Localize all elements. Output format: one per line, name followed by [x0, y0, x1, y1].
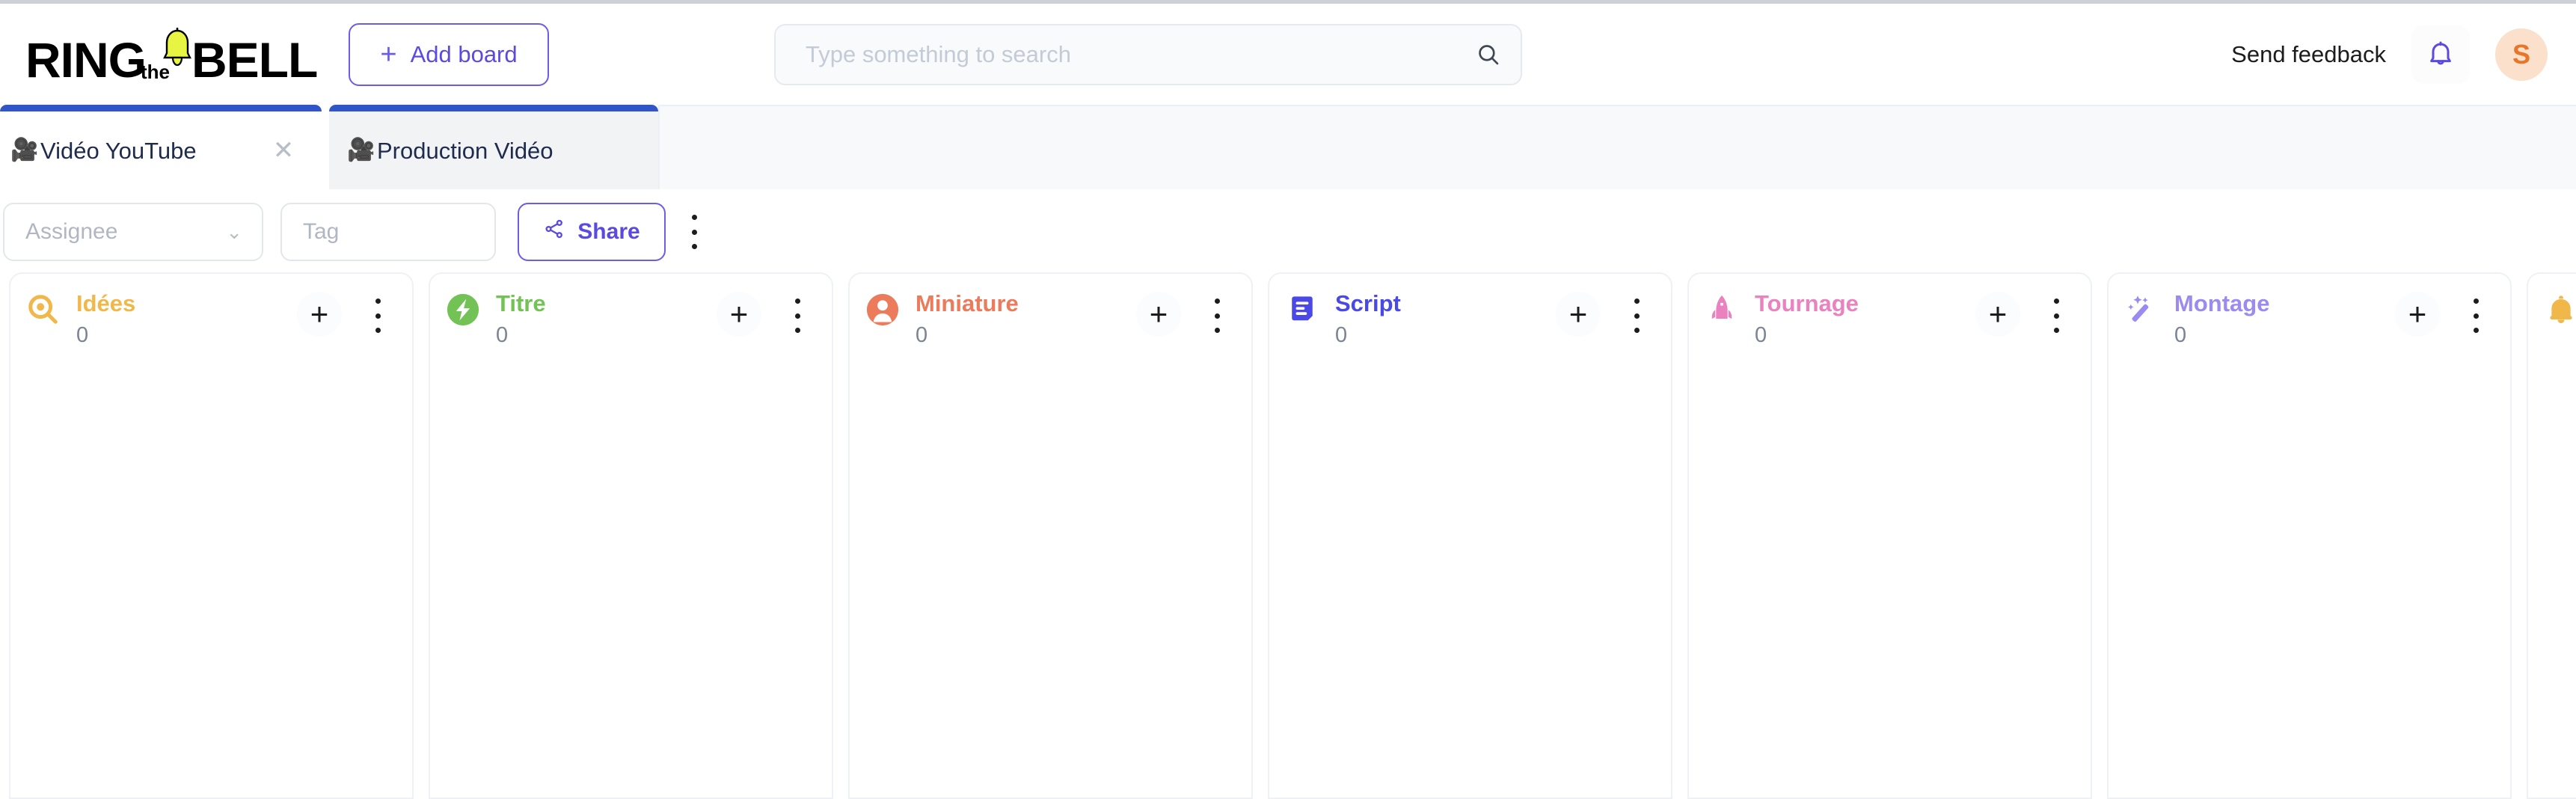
zap-circle-icon — [445, 292, 481, 328]
magnifier-icon — [25, 292, 61, 328]
column-card-count: 0 — [916, 323, 928, 347]
kanban-column-tournage[interactable]: Tournage 0 + — [1687, 272, 2092, 799]
tab-production-video[interactable]: 🎥 Production Vidéo ✕ — [329, 105, 658, 189]
column-title: Idées — [76, 290, 136, 316]
column-title: Montage — [2174, 290, 2270, 316]
movie-camera-icon: 🎥 — [10, 138, 39, 162]
tab-label: Vidéo YouTube — [40, 138, 197, 164]
document-icon — [1284, 292, 1320, 328]
kanban-column-script[interactable]: Script 0 + — [1268, 272, 1672, 799]
kebab-menu-icon[interactable] — [1203, 295, 1230, 337]
assignee-filter-label: Assignee — [25, 219, 118, 244]
tab-active-accent — [329, 105, 658, 111]
kanban-columns: Idées 0 + Titre 0 + Miniature 0 + Script… — [9, 272, 2576, 799]
svg-text:the: the — [141, 61, 170, 83]
plus-icon[interactable]: + — [1556, 292, 1601, 337]
tag-filter-label: Tag — [303, 219, 340, 244]
person-icon — [865, 292, 901, 328]
add-board-button[interactable]: + Add board — [349, 23, 549, 86]
plus-icon[interactable]: + — [1136, 292, 1181, 337]
kanban-column-montage[interactable]: Montage 0 + — [2107, 272, 2512, 799]
bell-icon — [2543, 292, 2576, 328]
kanban-column-titre[interactable]: Titre 0 + — [429, 272, 833, 799]
column-card-list[interactable] — [2109, 358, 2510, 798]
add-board-label: Add board — [410, 41, 518, 67]
assignee-filter[interactable]: Assignee ⌄ — [3, 203, 263, 261]
column-header: Idées 0 + — [10, 274, 412, 358]
kanban-column-miniature[interactable]: Miniature 0 + — [848, 272, 1253, 799]
plus-icon[interactable]: + — [297, 292, 342, 337]
kanban-board: Idées 0 + Titre 0 + Miniature 0 + Script… — [0, 272, 2576, 799]
column-card-list[interactable] — [850, 358, 1251, 798]
board-tab-bar: 🎥 Vidéo YouTube ✕ 🎥 Production Vidéo ✕ — [0, 105, 2576, 189]
column-card-count: 0 — [2174, 323, 2187, 347]
column-header: Miniature 0 + — [850, 274, 1251, 358]
column-card-count: 0 — [76, 323, 89, 347]
magic-wand-icon — [2123, 292, 2159, 328]
column-card-list[interactable] — [10, 358, 412, 798]
column-header: Montage 0 + — [2109, 274, 2510, 358]
app-header: RING the BELL + Add board Send f — [0, 4, 2576, 105]
tab-bar-empty-area — [658, 105, 2576, 189]
kebab-menu-icon[interactable] — [784, 295, 811, 337]
header-actions: Send feedback S — [2231, 19, 2548, 91]
column-header — [2528, 274, 2576, 358]
tag-filter[interactable]: Tag — [280, 203, 496, 261]
tab-video-youtube[interactable]: 🎥 Vidéo YouTube ✕ — [0, 105, 322, 189]
column-card-count: 0 — [1335, 323, 1348, 347]
search-icon[interactable] — [1456, 25, 1521, 84]
column-card-list[interactable] — [1269, 358, 1671, 798]
column-title: Titre — [496, 290, 546, 316]
plus-icon[interactable]: + — [717, 292, 761, 337]
chevron-down-icon: ⌄ — [226, 221, 242, 243]
plus-icon: + — [380, 39, 397, 70]
column-card-list[interactable] — [1689, 358, 2091, 798]
column-title: Script — [1335, 290, 1401, 316]
kebab-menu-icon[interactable] — [364, 295, 391, 337]
column-title: Tournage — [1755, 290, 1859, 316]
svg-text:RING: RING — [25, 32, 146, 88]
app-logo[interactable]: RING the BELL — [25, 25, 317, 89]
column-title: Miniature — [916, 290, 1019, 316]
tab-label: Production Vidéo — [377, 138, 553, 164]
column-card-count: 0 — [1755, 323, 1767, 347]
column-card-count: 0 — [496, 323, 509, 347]
movie-camera-icon: 🎥 — [347, 138, 375, 162]
bell-icon[interactable] — [2411, 25, 2470, 84]
tab-active-accent — [0, 105, 322, 111]
search-input[interactable] — [776, 25, 1456, 84]
plus-icon[interactable]: + — [2395, 292, 2440, 337]
plus-icon[interactable]: + — [1975, 292, 2020, 337]
kanban-column-idees[interactable]: Idées 0 + — [9, 272, 414, 799]
global-search[interactable] — [774, 24, 1522, 85]
kanban-column-next-partial[interactable] — [2527, 272, 2576, 799]
kebab-menu-icon[interactable] — [2043, 295, 2070, 337]
kebab-menu-icon[interactable] — [1623, 295, 1650, 337]
send-feedback-link[interactable]: Send feedback — [2231, 41, 2386, 68]
column-header: Tournage 0 + — [1689, 274, 2091, 358]
close-icon[interactable]: ✕ — [268, 135, 299, 166]
share-icon — [543, 218, 565, 246]
board-toolbar: Assignee ⌄ Tag Share — [0, 189, 2576, 272]
column-card-list[interactable] — [430, 358, 832, 798]
kebab-menu-icon[interactable] — [679, 210, 709, 254]
rocket-icon — [1704, 292, 1740, 328]
share-label: Share — [577, 219, 640, 244]
kebab-menu-icon[interactable] — [2462, 295, 2489, 337]
column-header: Script 0 + — [1269, 274, 1671, 358]
column-card-list[interactable] — [2528, 358, 2576, 798]
share-button[interactable]: Share — [518, 203, 666, 261]
column-header: Titre 0 + — [430, 274, 832, 358]
svg-text:BELL: BELL — [191, 32, 317, 88]
avatar[interactable]: S — [2495, 28, 2548, 81]
